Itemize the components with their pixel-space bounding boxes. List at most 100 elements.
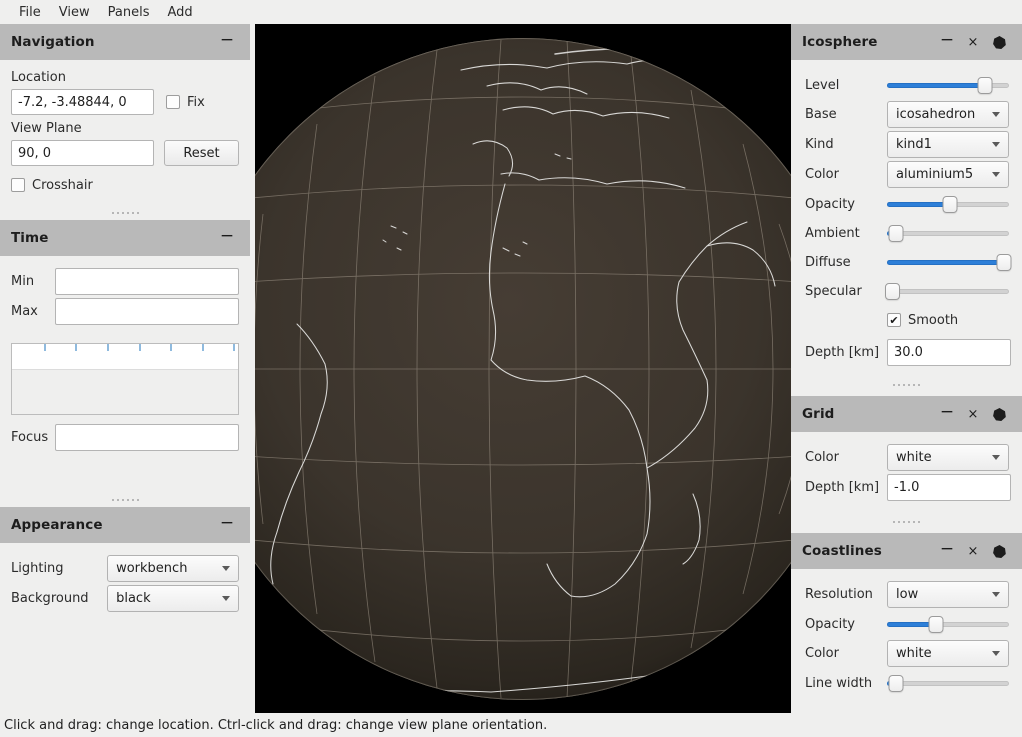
close-icon[interactable]: × — [960, 539, 986, 563]
max-input[interactable] — [55, 298, 239, 325]
coastlines-opacity-row: Opacity — [805, 611, 1011, 637]
level-slider-knob[interactable] — [977, 76, 993, 94]
specular-slider-knob[interactable] — [885, 282, 900, 300]
crosshair-checkbox-box[interactable] — [11, 178, 25, 192]
view-plane-row: Reset — [11, 140, 239, 166]
opacity-slider-knob[interactable] — [942, 195, 958, 213]
coastlines-header-buttons: − × — [934, 539, 1012, 563]
opacity-slider[interactable] — [887, 193, 1009, 215]
specular-slider-track — [887, 288, 1009, 294]
reset-button[interactable]: Reset — [164, 140, 239, 166]
menu-file[interactable]: File — [10, 3, 50, 22]
timeline-widget[interactable] — [11, 343, 239, 415]
coastlines-opacity-knob[interactable] — [928, 615, 944, 633]
minimize-icon[interactable]: − — [214, 224, 240, 248]
minimize-icon[interactable]: − — [934, 400, 960, 424]
background-combobox[interactable]: black — [107, 585, 239, 612]
icosphere-color-row: Color aluminium5 — [805, 161, 1011, 188]
coastlines-opacity-slider[interactable] — [887, 613, 1009, 635]
level-slider[interactable] — [887, 74, 1009, 96]
line-width-slider[interactable] — [887, 672, 1009, 694]
lighting-label: Lighting — [11, 561, 64, 576]
location-input[interactable] — [11, 89, 154, 115]
minimize-icon[interactable]: − — [214, 511, 240, 535]
background-label: Background — [11, 591, 89, 606]
specular-slider[interactable] — [885, 280, 1009, 302]
background-value: black — [116, 591, 151, 606]
icosphere-depth-row: Depth [km] — [805, 339, 1011, 366]
coastlines-title: Coastlines — [802, 543, 882, 559]
fix-label: Fix — [187, 94, 205, 110]
fix-checkbox[interactable]: Fix — [166, 95, 205, 110]
menu-add[interactable]: Add — [158, 3, 201, 22]
diffuse-slider[interactable] — [887, 251, 1012, 273]
minimize-icon[interactable]: − — [934, 537, 960, 561]
resolution-label: Resolution — [805, 587, 873, 602]
grid-title: Grid — [802, 406, 835, 422]
icosphere-depth-input[interactable] — [887, 339, 1011, 366]
resolution-combobox[interactable]: low — [887, 581, 1009, 608]
view-plane-label: View Plane — [11, 121, 82, 136]
smooth-checkbox-box[interactable] — [887, 313, 901, 327]
crosshair-checkbox[interactable]: Crosshair — [11, 178, 93, 193]
navigation-body: Location Fix View Plane Reset Cr — [0, 60, 250, 206]
minimize-icon[interactable]: − — [934, 28, 960, 52]
lighting-combobox[interactable]: workbench — [107, 555, 239, 582]
fix-checkbox-box[interactable] — [166, 95, 180, 109]
splitter-icosphere-grid[interactable] — [791, 374, 1022, 396]
specular-label: Specular — [805, 283, 862, 299]
kind-label: Kind — [805, 137, 834, 152]
icosphere-color-combobox[interactable]: aluminium5 — [887, 161, 1009, 188]
min-input[interactable] — [55, 268, 239, 295]
heptagon-icon[interactable] — [986, 402, 1012, 426]
appearance-header: Appearance − — [0, 507, 250, 543]
grid-color-label: Color — [805, 450, 839, 465]
heptagon-icon[interactable] — [986, 539, 1012, 563]
grid-depth-input[interactable] — [887, 474, 1011, 501]
kind-value: kind1 — [896, 137, 932, 152]
icosphere-header-buttons: − × — [934, 30, 1012, 54]
base-combobox[interactable]: icosahedron — [887, 101, 1009, 128]
splitter-navigation-time[interactable] — [0, 206, 250, 220]
kind-combobox[interactable]: kind1 — [887, 131, 1009, 158]
ambient-label: Ambient — [805, 225, 860, 241]
smooth-checkbox[interactable]: Smooth — [887, 313, 958, 328]
opacity-label: Opacity — [805, 196, 856, 212]
appearance-header-buttons: − — [214, 513, 240, 537]
view-plane-input[interactable] — [11, 140, 154, 166]
icosphere-title: Icosphere — [802, 34, 878, 50]
line-width-knob[interactable] — [888, 674, 904, 692]
min-label: Min — [11, 274, 35, 289]
grid-header-buttons: − × — [934, 402, 1012, 426]
coastlines-color-combobox[interactable]: white — [887, 640, 1009, 667]
timeline-tick — [170, 344, 173, 351]
splitter-time-appearance[interactable] — [0, 493, 250, 507]
line-width-track — [887, 680, 1009, 686]
diffuse-slider-knob[interactable] — [996, 253, 1012, 271]
ambient-row: Ambient — [805, 220, 1011, 246]
diffuse-label: Diffuse — [805, 254, 851, 270]
timeline-tick — [201, 344, 204, 351]
minimize-icon[interactable]: − — [214, 28, 240, 52]
globe-viewport[interactable] — [255, 24, 791, 713]
ambient-slider-knob[interactable] — [888, 224, 904, 242]
navigation-header: Navigation − — [0, 24, 250, 60]
chevron-down-icon — [992, 112, 1000, 117]
menu-panels[interactable]: Panels — [99, 3, 159, 22]
heptagon-icon[interactable] — [986, 30, 1012, 54]
ambient-slider[interactable] — [887, 222, 1009, 244]
close-icon[interactable]: × — [960, 402, 986, 426]
splitter-grid-coastlines[interactable] — [791, 511, 1022, 533]
coastlines-header: Coastlines − × — [791, 533, 1022, 569]
focus-input[interactable] — [55, 424, 239, 451]
chevron-down-icon — [992, 172, 1000, 177]
timeline-band — [12, 344, 238, 370]
menu-view[interactable]: View — [50, 3, 99, 22]
panel-icosphere: Icosphere − × Level Base icosahedron Kin… — [791, 24, 1022, 374]
close-icon[interactable]: × — [960, 30, 986, 54]
level-slider-fill — [887, 82, 985, 88]
grid-color-combobox[interactable]: white — [887, 444, 1009, 471]
diffuse-slider-fill — [887, 259, 1005, 265]
chevron-down-icon — [222, 596, 230, 601]
panel-coastlines: Coastlines − × Resolution low Opacity Co… — [791, 533, 1022, 704]
